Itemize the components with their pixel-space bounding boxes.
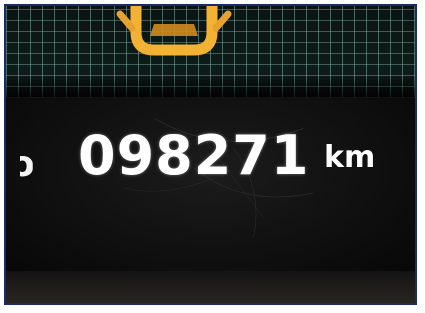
grid-fade	[6, 76, 415, 98]
odometer-reading: 098271	[78, 124, 310, 187]
odometer-unit: km	[324, 140, 376, 175]
photo-frame: o 098271 km	[4, 4, 417, 305]
dashboard-bezel	[6, 271, 415, 303]
gauge-grid-area	[6, 6, 415, 98]
car-door-open-icon	[116, 6, 232, 56]
